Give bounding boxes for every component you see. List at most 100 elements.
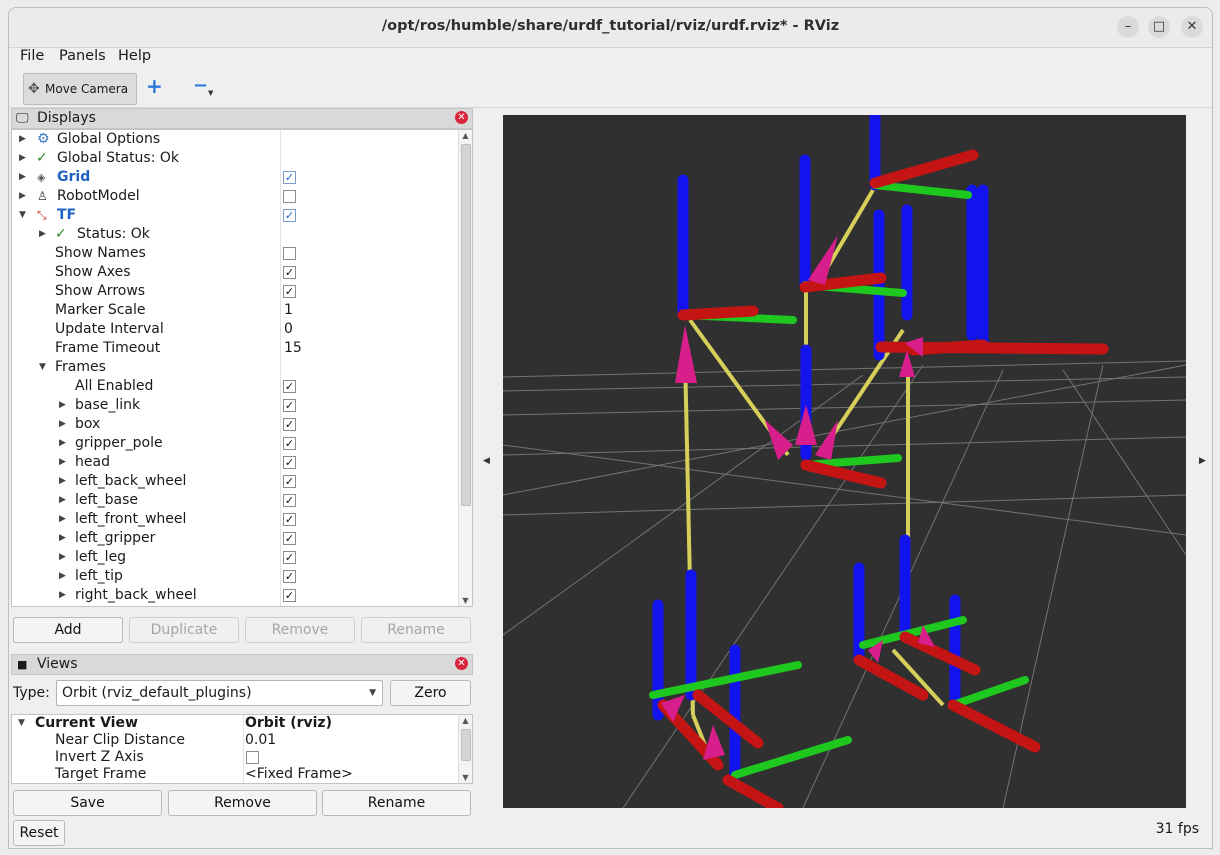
frame-row[interactable]: ▶ box ✓ <box>12 415 472 434</box>
reset-button[interactable]: Reset <box>13 820 65 846</box>
rename-view-button[interactable]: Rename <box>322 790 471 816</box>
expand-arrow-icon[interactable]: ▶ <box>59 586 66 605</box>
menu-panels[interactable]: Panels <box>59 48 106 64</box>
frame-row[interactable]: ▶ head ✓ <box>12 453 472 472</box>
expand-arrow-icon[interactable]: ▶ <box>59 548 66 567</box>
expand-arrow-icon[interactable]: ▶ <box>59 567 66 586</box>
add-display-button[interactable]: Add <box>13 617 123 643</box>
zero-view-button[interactable]: Zero <box>390 680 471 706</box>
display-row-global-status[interactable]: ▶ ✓ Global Status: Ok <box>12 149 472 168</box>
expand-arrow-icon[interactable]: ▶ <box>59 529 66 548</box>
frame-checkbox[interactable]: ✓ <box>283 418 296 431</box>
scroll-down-icon[interactable]: ▼ <box>459 596 472 605</box>
show-arrows-checkbox[interactable]: ✓ <box>283 285 296 298</box>
close-icon[interactable]: ✕ <box>455 111 468 124</box>
display-row-show-names[interactable]: Show Names <box>12 244 472 263</box>
collapse-right-icon[interactable]: ▶ <box>1199 456 1206 466</box>
views-tree[interactable]: ▼ Current View Orbit (rviz) Near Clip Di… <box>11 714 473 784</box>
scroll-up-icon[interactable]: ▲ <box>459 131 472 140</box>
displays-panel-header[interactable]: 🖵 Displays ✕ <box>11 108 473 129</box>
display-row-show-arrows[interactable]: Show Arrows ✓ <box>12 282 472 301</box>
frame-row[interactable]: ▶ left_gripper ✓ <box>12 529 472 548</box>
expand-arrow-icon[interactable]: ▶ <box>59 472 66 491</box>
frame-checkbox[interactable]: ✓ <box>283 513 296 526</box>
title-bar[interactable]: /opt/ros/humble/share/urdf_tutorial/rviz… <box>9 8 1212 48</box>
display-row-tf[interactable]: ▼ ⤡ TF ✓ <box>12 206 472 225</box>
duplicate-display-button[interactable]: Duplicate <box>129 617 239 643</box>
remove-view-button[interactable]: Remove <box>168 790 317 816</box>
display-row-grid[interactable]: ▶ ◈ Grid ✓ <box>12 168 472 187</box>
collapse-arrow-icon[interactable]: ▼ <box>19 206 26 225</box>
invert-z-checkbox[interactable] <box>246 751 259 764</box>
frame-checkbox[interactable]: ✓ <box>283 532 296 545</box>
collapse-arrow-icon[interactable]: ▼ <box>18 715 25 732</box>
display-row-global-options[interactable]: ▶ ⚙ Global Options <box>12 130 472 149</box>
grid-enabled-checkbox[interactable]: ✓ <box>283 171 296 184</box>
frame-row[interactable]: ▶ left_leg ✓ <box>12 548 472 567</box>
displays-tree[interactable]: ▶ ⚙ Global Options ▶ ✓ Global Status: Ok… <box>11 129 473 607</box>
views-panel-header[interactable]: ■ Views ✕ <box>11 654 473 675</box>
scroll-up-icon[interactable]: ▲ <box>459 716 472 725</box>
expand-arrow-icon[interactable]: ▶ <box>19 149 26 168</box>
menu-file[interactable]: File <box>20 48 44 64</box>
frame-row[interactable]: ▶ base_link ✓ <box>12 396 472 415</box>
frame-checkbox[interactable]: ✓ <box>283 494 296 507</box>
display-row-robotmodel[interactable]: ▶ ♙ RobotModel <box>12 187 472 206</box>
display-row-all-enabled[interactable]: All Enabled ✓ <box>12 377 472 396</box>
maximize-button[interactable]: □ <box>1148 16 1170 38</box>
collapse-arrow-icon[interactable]: ▼ <box>39 358 46 377</box>
remove-display-button[interactable]: Remove <box>245 617 355 643</box>
expand-arrow-icon[interactable]: ▶ <box>19 130 26 149</box>
expand-arrow-icon[interactable]: ▶ <box>39 225 46 244</box>
save-view-button[interactable]: Save <box>13 790 162 816</box>
all-enabled-checkbox[interactable]: ✓ <box>283 380 296 393</box>
view-row-target-frame[interactable]: Target Frame <Fixed Frame> <box>12 766 472 783</box>
frame-row[interactable]: ▶ left_base ✓ <box>12 491 472 510</box>
show-axes-checkbox[interactable]: ✓ <box>283 266 296 279</box>
expand-arrow-icon[interactable]: ▶ <box>59 396 66 415</box>
display-row-show-axes[interactable]: Show Axes ✓ <box>12 263 472 282</box>
expand-arrow-icon[interactable]: ▶ <box>19 168 26 187</box>
display-row-frames[interactable]: ▼ Frames <box>12 358 472 377</box>
frame-row[interactable]: ▶ gripper_pole ✓ <box>12 434 472 453</box>
show-names-checkbox[interactable] <box>283 247 296 260</box>
expand-arrow-icon[interactable]: ▶ <box>59 434 66 453</box>
frame-timeout-value[interactable]: 15 <box>284 339 302 358</box>
close-window-button[interactable]: ✕ <box>1181 16 1203 38</box>
frame-checkbox[interactable]: ✓ <box>283 551 296 564</box>
collapse-left-icon[interactable]: ◀ <box>483 456 490 466</box>
robotmodel-enabled-checkbox[interactable] <box>283 190 296 203</box>
frame-checkbox[interactable]: ✓ <box>283 456 296 469</box>
view-row-invert-z[interactable]: Invert Z Axis <box>12 749 472 766</box>
frame-checkbox[interactable]: ✓ <box>283 570 296 583</box>
frame-row[interactable]: ▶ left_tip ✓ <box>12 567 472 586</box>
frame-checkbox[interactable]: ✓ <box>283 475 296 488</box>
views-scrollbar[interactable]: ▲ ▼ <box>458 715 472 783</box>
remove-tool-dropdown-icon[interactable]: ▼ <box>208 89 213 97</box>
scroll-down-icon[interactable]: ▼ <box>459 773 472 782</box>
frame-row[interactable]: ▶ right_back_wheel ✓ <box>12 586 472 605</box>
displays-scrollbar[interactable]: ▲ ▼ <box>458 130 472 606</box>
frame-checkbox[interactable]: ✓ <box>283 437 296 450</box>
marker-scale-value[interactable]: 1 <box>284 301 293 320</box>
tf-enabled-checkbox[interactable]: ✓ <box>283 209 296 222</box>
update-interval-value[interactable]: 0 <box>284 320 293 339</box>
menu-help[interactable]: Help <box>118 48 151 64</box>
expand-arrow-icon[interactable]: ▶ <box>59 453 66 472</box>
display-row-frame-timeout[interactable]: Frame Timeout 15 <box>12 339 472 358</box>
remove-tool-icon[interactable]: − <box>193 75 208 96</box>
expand-arrow-icon[interactable]: ▶ <box>59 510 66 529</box>
display-row-marker-scale[interactable]: Marker Scale 1 <box>12 301 472 320</box>
display-row-tf-status[interactable]: ▶ ✓ Status: Ok <box>12 225 472 244</box>
scrollbar-thumb[interactable] <box>461 144 471 506</box>
view-type-select[interactable]: Orbit (rviz_default_plugins) ▼ <box>56 680 383 706</box>
expand-arrow-icon[interactable]: ▶ <box>19 187 26 206</box>
rename-display-button[interactable]: Rename <box>361 617 471 643</box>
frame-checkbox[interactable]: ✓ <box>283 589 296 602</box>
row-value[interactable]: <Fixed Frame> <box>245 766 353 783</box>
move-camera-tool[interactable]: ✥ Move Camera <box>23 73 137 105</box>
display-row-update-interval[interactable]: Update Interval 0 <box>12 320 472 339</box>
frame-row[interactable]: ▶ left_back_wheel ✓ <box>12 472 472 491</box>
frame-row[interactable]: ▶ left_front_wheel ✓ <box>12 510 472 529</box>
scrollbar-thumb[interactable] <box>461 729 471 761</box>
